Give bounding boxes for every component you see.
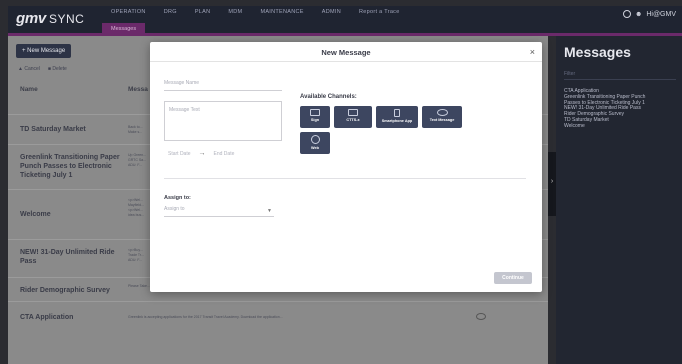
- row-name: Greenlink Transitioning Paper Punch Pass…: [20, 154, 120, 179]
- close-icon[interactable]: ×: [530, 47, 535, 57]
- table-row[interactable]: CTA Application Greenlink is accepting a…: [8, 301, 548, 331]
- nav-link-mdm[interactable]: MDM: [219, 9, 251, 15]
- chat-icon: [436, 109, 448, 116]
- list-toolbar: ▲ Cancel ■ Delete: [18, 66, 67, 72]
- modal-header: New Message ×: [150, 42, 542, 62]
- cancel-tool[interactable]: ▲ Cancel: [18, 66, 40, 72]
- delete-tool-label: Delete: [52, 66, 67, 72]
- user-area: ☻ Hi@GMV: [622, 10, 676, 18]
- channel-label: Smartphone App: [381, 119, 413, 123]
- date-range: Start Date → End Date: [168, 150, 278, 157]
- row-name: Rider Demographic Survey: [20, 287, 110, 294]
- channel-ctts-button[interactable]: CTTS-x: [334, 106, 372, 128]
- sign-icon: [310, 109, 320, 116]
- arrow-right-icon: →: [198, 150, 206, 157]
- section-divider: [164, 178, 526, 179]
- nav-link-report[interactable]: Report a Trace: [350, 9, 409, 15]
- brand-suffix: SYNC: [48, 12, 85, 26]
- nav-link-plan[interactable]: PLAN: [186, 9, 220, 15]
- message-text-input[interactable]: Message Text: [164, 101, 282, 141]
- messages-side-panel: Messages Filter CTA Application Greenlin…: [556, 36, 682, 364]
- smartphone-icon: [394, 109, 400, 117]
- top-nav-bar: gmv SYNC OPERATION DRG PLAN MDM MAINTENAN…: [8, 6, 682, 36]
- channel-label: Text Message: [429, 118, 455, 122]
- channel-label: CTTS-x: [346, 118, 360, 122]
- panel-title: Messages: [564, 44, 631, 60]
- row-name: CTA Application: [20, 314, 74, 321]
- start-date-input[interactable]: Start Date: [168, 151, 191, 157]
- column-header-name[interactable]: Name: [20, 86, 38, 93]
- row-name: TD Saturday Market: [20, 126, 86, 133]
- globe-icon: [310, 135, 320, 144]
- end-date-input[interactable]: End Date: [214, 151, 235, 157]
- nav-links: OPERATION DRG PLAN MDM MAINTENANCE ADMIN…: [102, 9, 409, 15]
- new-message-button[interactable]: + New Message: [16, 44, 72, 58]
- row-action-icon[interactable]: [476, 313, 486, 320]
- panel-message-list: CTA Application Greenlink Transitioning …: [564, 88, 682, 130]
- row-message: Back to... Make s...: [128, 125, 143, 134]
- nav-link-drg[interactable]: DRG: [155, 9, 186, 15]
- assign-select-value: Assign to: [164, 206, 185, 212]
- help-icon[interactable]: [622, 10, 631, 18]
- row-name: NEW! 31-Day Unlimited Ride Pass: [20, 249, 115, 265]
- channel-label: Web: [311, 146, 319, 150]
- delete-tool[interactable]: ■ Delete: [48, 66, 67, 72]
- channel-label: Sign: [310, 118, 320, 122]
- channel-smartphone-button[interactable]: Smartphone App: [376, 106, 418, 128]
- nav-link-admin[interactable]: ADMIN: [313, 9, 350, 15]
- channels-label: Available Channels:: [300, 94, 357, 100]
- column-header-message[interactable]: Messa: [128, 86, 148, 93]
- brand-logo[interactable]: gmv SYNC: [16, 10, 84, 27]
- assign-label: Assign to:: [164, 195, 191, 201]
- row-name: Welcome: [20, 211, 51, 218]
- assign-select[interactable]: Assign to ▼: [164, 206, 274, 217]
- brand-name: gmv: [16, 10, 46, 27]
- row-message: Greenlink is accepting applications for …: [128, 315, 283, 319]
- kiosk-icon: [348, 109, 358, 116]
- chevron-down-icon: ▼: [267, 208, 272, 214]
- channel-text-button[interactable]: Text Message: [422, 106, 462, 128]
- nav-link-operation[interactable]: OPERATION: [102, 9, 155, 15]
- message-name-input[interactable]: Message Name: [164, 80, 282, 91]
- channel-sign-button[interactable]: Sign: [300, 106, 330, 128]
- row-message: <p>Buy... Trade Tr... ADU: F...: [128, 248, 144, 262]
- continue-button[interactable]: Continue: [494, 272, 532, 284]
- channel-web-button[interactable]: Web: [300, 132, 330, 154]
- panel-collapse-toggle[interactable]: ›: [548, 152, 556, 216]
- modal-title: New Message: [321, 48, 371, 57]
- new-message-modal: New Message × Message Name Message Text …: [150, 42, 542, 292]
- row-message: Up Green... GRTC Sa... ADU: F...: [128, 153, 147, 167]
- user-icon[interactable]: ☻: [635, 11, 642, 18]
- row-message: <p>Wel... Mayfield... <p>Wel... idea bus…: [128, 198, 145, 217]
- cancel-tool-label: Cancel: [24, 66, 40, 72]
- nav-link-maintenance[interactable]: MAINTENANCE: [251, 9, 312, 15]
- list-item[interactable]: Welcome: [564, 123, 682, 130]
- user-name[interactable]: Hi@GMV: [646, 11, 676, 18]
- panel-filter-input[interactable]: Filter: [564, 68, 676, 80]
